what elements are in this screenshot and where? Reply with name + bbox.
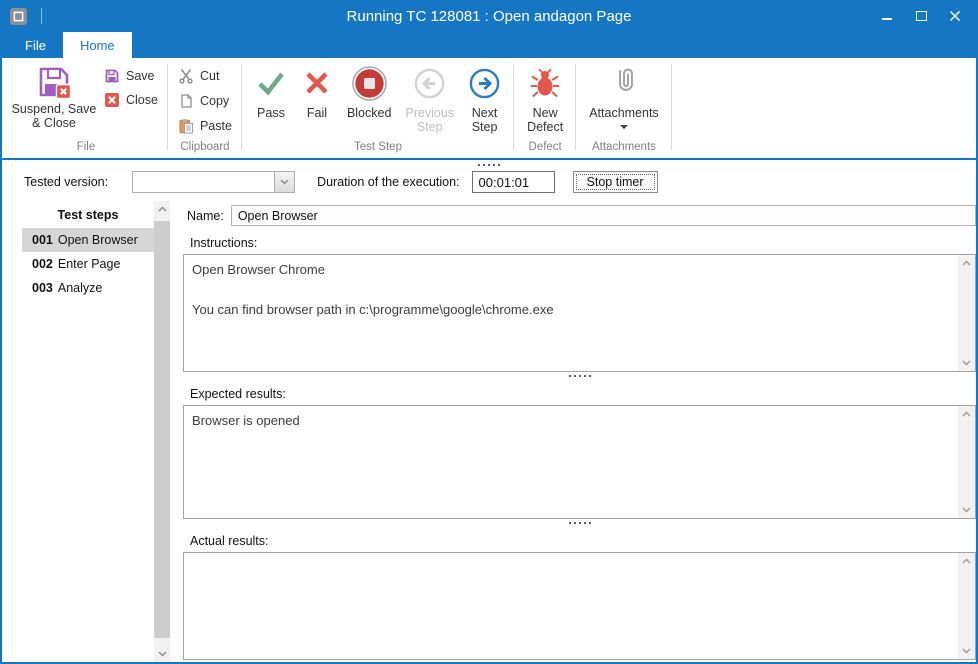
scroll-down-icon[interactable] xyxy=(158,651,167,657)
blocked-button[interactable]: Blocked xyxy=(340,60,398,120)
group-label-clipboard: Clipboard xyxy=(174,139,236,158)
attachments-dropdown-icon xyxy=(620,125,628,129)
paste-button[interactable]: Paste xyxy=(178,118,232,134)
suspend-save-close-icon xyxy=(36,64,73,101)
window-title: Running TC 128081 : Open andagon Page xyxy=(0,8,978,25)
test-step-row-1[interactable]: 001 Open Browser xyxy=(22,228,154,252)
group-label-attachments: Attachments xyxy=(582,139,665,158)
minimize-button[interactable] xyxy=(870,0,904,32)
blocked-stop-icon xyxy=(351,65,388,102)
tested-version-value xyxy=(133,172,274,192)
ribbon-group-defect: New Defect Defect xyxy=(514,58,576,158)
actual-results-textbox[interactable] xyxy=(183,552,976,660)
ribbon-splitter-handle[interactable] xyxy=(2,160,976,167)
app-window: Running TC 128081 : Open andagon Page Fi… xyxy=(0,0,978,664)
scroll-down-icon[interactable] xyxy=(962,360,971,366)
expected-results-textbox[interactable]: Browser is opened xyxy=(183,405,976,519)
pass-button[interactable]: Pass xyxy=(248,60,294,120)
next-step-icon xyxy=(468,67,501,100)
test-steps-header: Test steps xyxy=(22,201,154,228)
bug-icon xyxy=(529,67,561,99)
group-label-file: File xyxy=(10,139,162,158)
scroll-down-icon[interactable] xyxy=(962,648,971,654)
previous-step-icon xyxy=(413,67,446,100)
previous-step-button[interactable]: Previous Step xyxy=(398,60,461,134)
ribbon-tabs: File Home xyxy=(0,32,978,58)
scroll-down-icon[interactable] xyxy=(962,507,971,513)
quick-access-separator xyxy=(41,8,42,24)
tab-home[interactable]: Home xyxy=(63,32,132,58)
cut-icon xyxy=(178,68,194,84)
tested-version-label: Tested version: xyxy=(24,175,108,189)
step-detail-panel: Name: Instructions: Open Browser Chrome … xyxy=(183,201,976,662)
ribbon-group-clipboard: Cut Copy xyxy=(168,58,242,158)
duration-label: Duration of the execution: xyxy=(317,175,459,189)
ribbon-group-attachments: Attachments Attachments xyxy=(576,58,671,158)
execution-toolbar: Tested version: Duration of the executio… xyxy=(2,167,976,201)
fail-x-icon xyxy=(301,67,333,99)
fail-button[interactable]: Fail xyxy=(294,60,340,120)
ribbon: Suspend, Save & Close Save xyxy=(2,58,976,160)
actual-results-label: Actual results: xyxy=(183,524,976,552)
actual-scrollbar[interactable] xyxy=(958,553,975,659)
scroll-up-icon[interactable] xyxy=(962,411,971,417)
step-name-input[interactable] xyxy=(231,205,976,226)
next-step-button[interactable]: Next Step xyxy=(461,60,508,134)
close-red-icon xyxy=(104,92,120,108)
combobox-dropdown-button[interactable] xyxy=(274,172,294,192)
tab-file[interactable]: File xyxy=(8,32,63,58)
group-label-defect: Defect xyxy=(520,139,570,158)
expected-results-label: Expected results: xyxy=(183,377,976,405)
suspend-save-close-button[interactable]: Suspend, Save & Close xyxy=(10,60,98,130)
group-label-teststep: Test Step xyxy=(248,139,508,158)
scroll-up-icon[interactable] xyxy=(962,260,971,266)
save-button[interactable]: Save xyxy=(104,68,158,84)
scroll-up-icon[interactable] xyxy=(962,558,971,564)
expected-scrollbar[interactable] xyxy=(958,406,975,518)
paperclip-icon xyxy=(606,65,642,101)
paste-icon xyxy=(178,118,194,134)
ribbon-group-teststep: Pass Fail xyxy=(242,58,514,158)
pass-check-icon xyxy=(255,67,287,99)
attachments-button[interactable]: Attachments xyxy=(582,60,665,129)
copy-icon xyxy=(178,93,194,109)
steps-scrollbar[interactable] xyxy=(154,201,170,662)
scroll-up-icon[interactable] xyxy=(158,206,167,212)
app-icon[interactable] xyxy=(10,8,27,25)
test-step-row-2[interactable]: 002 Enter Page xyxy=(22,252,154,276)
tested-version-combobox[interactable] xyxy=(132,171,295,193)
cut-button[interactable]: Cut xyxy=(178,68,232,84)
duration-input[interactable] xyxy=(472,171,555,193)
test-step-row-3[interactable]: 003 Analyze xyxy=(22,276,154,300)
minimize-icon xyxy=(882,18,892,20)
save-icon xyxy=(104,68,120,84)
close-button[interactable] xyxy=(938,0,972,32)
stop-timer-button[interactable]: Stop timer xyxy=(573,171,658,193)
ribbon-group-file: Suspend, Save & Close Save xyxy=(4,58,168,158)
instructions-scrollbar[interactable] xyxy=(958,255,975,371)
instructions-label: Instructions: xyxy=(183,226,976,254)
copy-button[interactable]: Copy xyxy=(178,93,232,109)
test-steps-panel: Test steps 001 Open Browser 002 Enter Pa… xyxy=(22,201,170,662)
new-defect-button[interactable]: New Defect xyxy=(520,60,570,134)
chevron-down-icon xyxy=(280,179,289,185)
titlebar: Running TC 128081 : Open andagon Page xyxy=(0,0,978,32)
instructions-textbox[interactable]: Open Browser Chrome You can find browser… xyxy=(183,254,976,372)
name-label: Name: xyxy=(187,209,224,223)
maximize-icon xyxy=(916,11,927,21)
maximize-button[interactable] xyxy=(904,0,938,32)
steps-scrollbar-thumb[interactable] xyxy=(154,221,170,638)
close-icon xyxy=(949,10,961,22)
close-test-button[interactable]: Close xyxy=(104,92,158,108)
